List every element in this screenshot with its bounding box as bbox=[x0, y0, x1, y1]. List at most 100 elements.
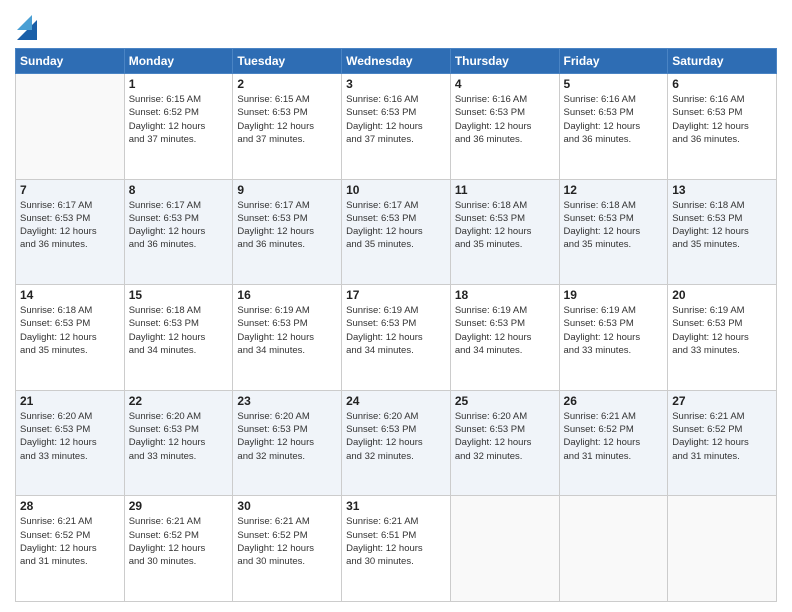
calendar-cell: 26 Sunrise: 6:21 AM Sunset: 6:52 PM Dayli… bbox=[559, 390, 668, 496]
calendar-cell: 6 Sunrise: 6:16 AM Sunset: 6:53 PM Daylig… bbox=[668, 74, 777, 180]
calendar-table: SundayMondayTuesdayWednesdayThursdayFrid… bbox=[15, 48, 777, 602]
page: SundayMondayTuesdayWednesdayThursdayFrid… bbox=[0, 0, 792, 612]
day-number: 26 bbox=[564, 394, 664, 408]
calendar-cell: 23 Sunrise: 6:20 AM Sunset: 6:53 PM Dayli… bbox=[233, 390, 342, 496]
day-number: 12 bbox=[564, 183, 664, 197]
day-number: 23 bbox=[237, 394, 337, 408]
calendar-cell: 30 Sunrise: 6:21 AM Sunset: 6:52 PM Dayli… bbox=[233, 496, 342, 602]
calendar-week-row: 7 Sunrise: 6:17 AM Sunset: 6:53 PM Daylig… bbox=[16, 179, 777, 285]
calendar-week-row: 1 Sunrise: 6:15 AM Sunset: 6:52 PM Daylig… bbox=[16, 74, 777, 180]
calendar-cell: 7 Sunrise: 6:17 AM Sunset: 6:53 PM Daylig… bbox=[16, 179, 125, 285]
day-info: Sunrise: 6:19 AM Sunset: 6:53 PM Dayligh… bbox=[672, 304, 772, 357]
logo-icon bbox=[17, 10, 37, 40]
calendar-cell: 14 Sunrise: 6:18 AM Sunset: 6:53 PM Dayli… bbox=[16, 285, 125, 391]
calendar-cell: 19 Sunrise: 6:19 AM Sunset: 6:53 PM Dayli… bbox=[559, 285, 668, 391]
day-number: 6 bbox=[672, 77, 772, 91]
day-number: 7 bbox=[20, 183, 120, 197]
day-info: Sunrise: 6:21 AM Sunset: 6:52 PM Dayligh… bbox=[237, 515, 337, 568]
day-info: Sunrise: 6:17 AM Sunset: 6:53 PM Dayligh… bbox=[20, 199, 120, 252]
calendar-cell: 11 Sunrise: 6:18 AM Sunset: 6:53 PM Dayli… bbox=[450, 179, 559, 285]
calendar-week-row: 14 Sunrise: 6:18 AM Sunset: 6:53 PM Dayli… bbox=[16, 285, 777, 391]
calendar-cell: 2Sunrise: 6:15 AM Sunset: 6:53 PM Daylig… bbox=[233, 74, 342, 180]
day-info: Sunrise: 6:20 AM Sunset: 6:53 PM Dayligh… bbox=[455, 410, 555, 463]
weekday-header: Tuesday bbox=[233, 49, 342, 74]
calendar-cell: 29Sunrise: 6:21 AM Sunset: 6:52 PM Dayli… bbox=[124, 496, 233, 602]
day-info: Sunrise: 6:20 AM Sunset: 6:53 PM Dayligh… bbox=[346, 410, 446, 463]
calendar-cell: 9 Sunrise: 6:17 AM Sunset: 6:53 PM Daylig… bbox=[233, 179, 342, 285]
calendar-cell: 5Sunrise: 6:16 AM Sunset: 6:53 PM Daylig… bbox=[559, 74, 668, 180]
day-number: 25 bbox=[455, 394, 555, 408]
day-info: Sunrise: 6:17 AM Sunset: 6:53 PM Dayligh… bbox=[237, 199, 337, 252]
weekday-header: Friday bbox=[559, 49, 668, 74]
weekday-header: Wednesday bbox=[342, 49, 451, 74]
calendar-week-row: 28 Sunrise: 6:21 AM Sunset: 6:52 PM Dayli… bbox=[16, 496, 777, 602]
day-number: 18 bbox=[455, 288, 555, 302]
day-info: Sunrise: 6:19 AM Sunset: 6:53 PM Dayligh… bbox=[564, 304, 664, 357]
weekday-header: Saturday bbox=[668, 49, 777, 74]
calendar-cell bbox=[559, 496, 668, 602]
weekday-header: Monday bbox=[124, 49, 233, 74]
day-info: Sunrise: 6:18 AM Sunset: 6:53 PM Dayligh… bbox=[564, 199, 664, 252]
day-number: 2 bbox=[237, 77, 337, 91]
calendar-cell bbox=[668, 496, 777, 602]
day-number: 20 bbox=[672, 288, 772, 302]
day-number: 22 bbox=[129, 394, 229, 408]
day-number: 9 bbox=[237, 183, 337, 197]
weekday-header: Sunday bbox=[16, 49, 125, 74]
day-info: Sunrise: 6:21 AM Sunset: 6:51 PM Dayligh… bbox=[346, 515, 446, 568]
logo bbox=[15, 10, 41, 40]
header bbox=[15, 10, 777, 40]
calendar-header-row: SundayMondayTuesdayWednesdayThursdayFrid… bbox=[16, 49, 777, 74]
day-number: 16 bbox=[237, 288, 337, 302]
day-number: 13 bbox=[672, 183, 772, 197]
calendar-cell: 8 Sunrise: 6:17 AM Sunset: 6:53 PM Daylig… bbox=[124, 179, 233, 285]
day-number: 17 bbox=[346, 288, 446, 302]
calendar-cell: 4Sunrise: 6:16 AM Sunset: 6:53 PM Daylig… bbox=[450, 74, 559, 180]
calendar-cell: 20 Sunrise: 6:19 AM Sunset: 6:53 PM Dayli… bbox=[668, 285, 777, 391]
calendar-cell: 10 Sunrise: 6:17 AM Sunset: 6:53 PM Dayli… bbox=[342, 179, 451, 285]
calendar-cell: 12 Sunrise: 6:18 AM Sunset: 6:53 PM Dayli… bbox=[559, 179, 668, 285]
day-number: 27 bbox=[672, 394, 772, 408]
day-number: 30 bbox=[237, 499, 337, 513]
day-number: 8 bbox=[129, 183, 229, 197]
calendar-cell: 27 Sunrise: 6:21 AM Sunset: 6:52 PM Dayli… bbox=[668, 390, 777, 496]
day-info: Sunrise: 6:21 AM Sunset: 6:52 PM Dayligh… bbox=[129, 515, 229, 568]
day-info: Sunrise: 6:18 AM Sunset: 6:53 PM Dayligh… bbox=[20, 304, 120, 357]
calendar-cell: 28 Sunrise: 6:21 AM Sunset: 6:52 PM Dayli… bbox=[16, 496, 125, 602]
calendar-cell bbox=[16, 74, 125, 180]
day-info: Sunrise: 6:21 AM Sunset: 6:52 PM Dayligh… bbox=[564, 410, 664, 463]
day-number: 28 bbox=[20, 499, 120, 513]
day-info: Sunrise: 6:18 AM Sunset: 6:53 PM Dayligh… bbox=[672, 199, 772, 252]
day-info: Sunrise: 6:21 AM Sunset: 6:52 PM Dayligh… bbox=[20, 515, 120, 568]
day-number: 24 bbox=[346, 394, 446, 408]
calendar-cell: 22 Sunrise: 6:20 AM Sunset: 6:53 PM Dayli… bbox=[124, 390, 233, 496]
day-info: Sunrise: 6:20 AM Sunset: 6:53 PM Dayligh… bbox=[237, 410, 337, 463]
calendar-week-row: 21Sunrise: 6:20 AM Sunset: 6:53 PM Dayli… bbox=[16, 390, 777, 496]
calendar-cell: 24 Sunrise: 6:20 AM Sunset: 6:53 PM Dayli… bbox=[342, 390, 451, 496]
day-number: 3 bbox=[346, 77, 446, 91]
day-info: Sunrise: 6:21 AM Sunset: 6:52 PM Dayligh… bbox=[672, 410, 772, 463]
day-number: 4 bbox=[455, 77, 555, 91]
day-info: Sunrise: 6:16 AM Sunset: 6:53 PM Dayligh… bbox=[346, 93, 446, 146]
day-info: Sunrise: 6:17 AM Sunset: 6:53 PM Dayligh… bbox=[346, 199, 446, 252]
day-info: Sunrise: 6:18 AM Sunset: 6:53 PM Dayligh… bbox=[455, 199, 555, 252]
day-info: Sunrise: 6:20 AM Sunset: 6:53 PM Dayligh… bbox=[129, 410, 229, 463]
day-info: Sunrise: 6:17 AM Sunset: 6:53 PM Dayligh… bbox=[129, 199, 229, 252]
day-info: Sunrise: 6:19 AM Sunset: 6:53 PM Dayligh… bbox=[346, 304, 446, 357]
calendar-cell: 16 Sunrise: 6:19 AM Sunset: 6:53 PM Dayli… bbox=[233, 285, 342, 391]
day-info: Sunrise: 6:16 AM Sunset: 6:53 PM Dayligh… bbox=[564, 93, 664, 146]
day-number: 15 bbox=[129, 288, 229, 302]
day-number: 19 bbox=[564, 288, 664, 302]
calendar-cell: 21Sunrise: 6:20 AM Sunset: 6:53 PM Dayli… bbox=[16, 390, 125, 496]
day-info: Sunrise: 6:16 AM Sunset: 6:53 PM Dayligh… bbox=[672, 93, 772, 146]
day-info: Sunrise: 6:19 AM Sunset: 6:53 PM Dayligh… bbox=[455, 304, 555, 357]
day-number: 14 bbox=[20, 288, 120, 302]
day-number: 11 bbox=[455, 183, 555, 197]
day-info: Sunrise: 6:15 AM Sunset: 6:52 PM Dayligh… bbox=[129, 93, 229, 146]
calendar-cell: 31Sunrise: 6:21 AM Sunset: 6:51 PM Dayli… bbox=[342, 496, 451, 602]
day-info: Sunrise: 6:20 AM Sunset: 6:53 PM Dayligh… bbox=[20, 410, 120, 463]
day-number: 1 bbox=[129, 77, 229, 91]
weekday-header: Thursday bbox=[450, 49, 559, 74]
day-number: 10 bbox=[346, 183, 446, 197]
day-info: Sunrise: 6:19 AM Sunset: 6:53 PM Dayligh… bbox=[237, 304, 337, 357]
